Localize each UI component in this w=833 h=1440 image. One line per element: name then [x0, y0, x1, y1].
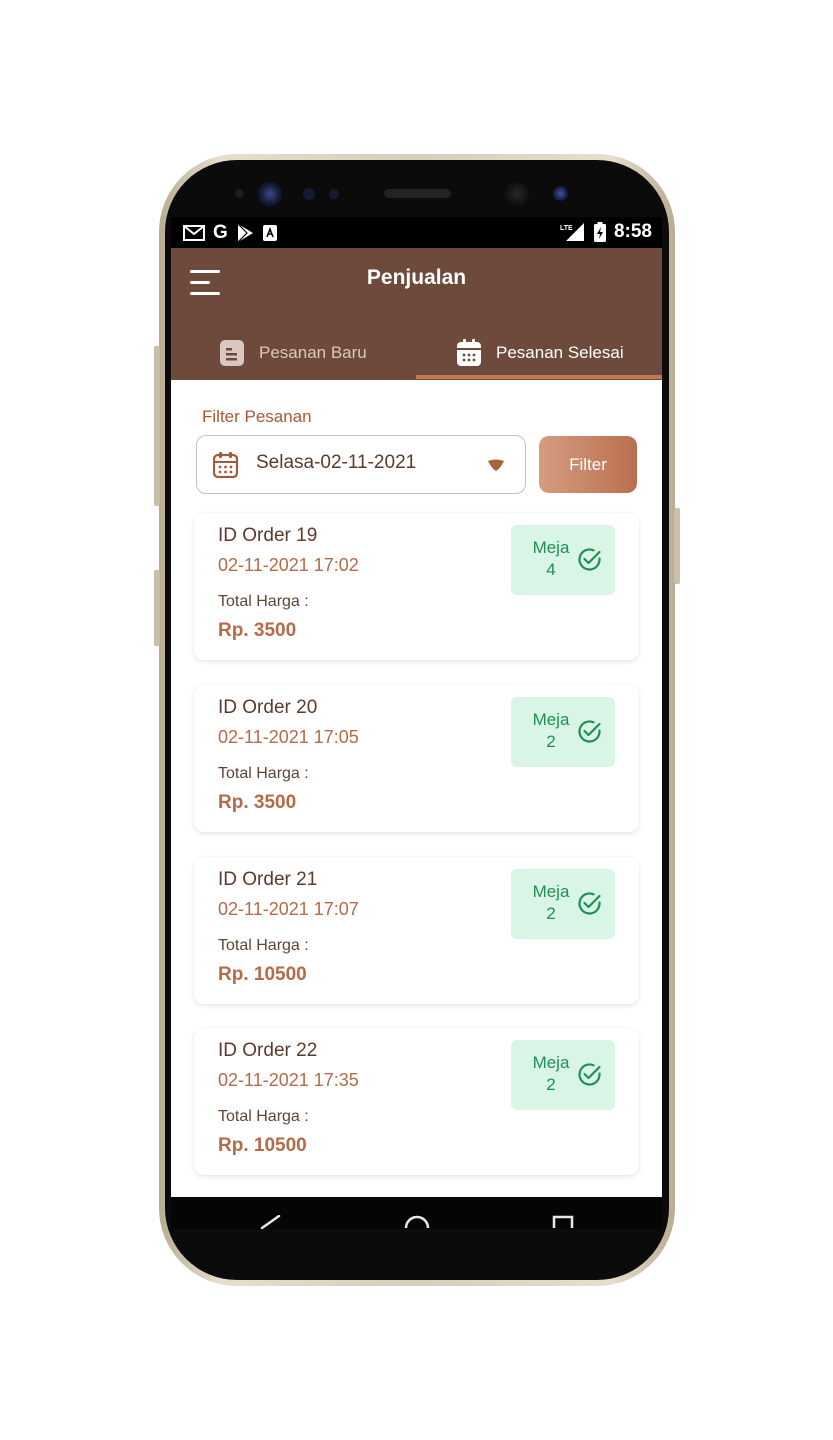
calendar-icon [213, 452, 238, 478]
bixby-button [154, 570, 160, 646]
check-circle-icon [578, 548, 601, 571]
order-card[interactable]: ID Order 22 02-11-2021 17:35 Total Harga… [194, 1028, 639, 1175]
table-label: Meja [532, 710, 570, 729]
order-total: Rp. 3500 [218, 792, 297, 813]
home-icon[interactable] [404, 1215, 430, 1229]
check-circle-icon [578, 892, 601, 915]
sensor-dot [235, 189, 244, 198]
recent-apps-icon[interactable] [552, 1215, 574, 1229]
total-label: Total Harga : [218, 937, 309, 954]
google-icon: G [213, 222, 228, 243]
table-value: 2 [546, 1075, 556, 1094]
table-number: Meja 2 [521, 709, 581, 753]
order-total: Rp. 10500 [218, 964, 307, 985]
table-value: 2 [546, 732, 556, 751]
table-number: Meja 2 [521, 881, 581, 925]
order-total: Rp. 10500 [218, 1135, 307, 1156]
system-nav-bar [171, 1197, 662, 1229]
tab-label: Pesanan Selesai [496, 343, 624, 362]
table-label: Meja [532, 538, 570, 557]
app-screen: G LTE 8:58 Penjualan Pesanan Baru Pesana… [171, 217, 662, 1197]
battery-charging-icon [593, 222, 606, 242]
back-icon[interactable] [259, 1215, 281, 1229]
calendar-icon [457, 339, 481, 366]
table-number: Meja 4 [521, 537, 581, 581]
order-datetime: 02-11-2021 17:05 [218, 727, 359, 747]
order-card[interactable]: ID Order 21 02-11-2021 17:07 Total Harga… [194, 857, 639, 1004]
document-icon [220, 340, 244, 366]
sensor-dot [329, 189, 339, 199]
table-badge: Meja 2 [511, 869, 615, 939]
status-time: 8:58 [613, 221, 652, 242]
order-card[interactable]: ID Order 19 02-11-2021 17:02 Total Harga… [194, 513, 639, 660]
iris-sensor-icon [258, 182, 282, 206]
active-tab-indicator [416, 375, 662, 379]
status-bar: G LTE 8:58 [171, 217, 662, 248]
filter-button[interactable]: Filter [539, 436, 637, 493]
gmail-icon [183, 225, 205, 241]
tab-pesanan-baru[interactable]: Pesanan Baru [219, 326, 367, 380]
check-circle-icon [578, 720, 601, 743]
table-label: Meja [532, 1053, 570, 1072]
order-datetime: 02-11-2021 17:02 [218, 555, 359, 575]
tab-pesanan-selesai[interactable]: Pesanan Selesai [456, 326, 624, 380]
total-label: Total Harga : [218, 1108, 309, 1125]
app-bar: Penjualan Pesanan Baru Pesanan Selesai [171, 248, 662, 380]
order-datetime: 02-11-2021 17:35 [218, 1070, 359, 1090]
order-id: ID Order 22 [218, 1040, 318, 1061]
network-label: LTE [560, 225, 573, 232]
volume-up-button [154, 346, 160, 506]
table-number: Meja 2 [521, 1052, 581, 1096]
total-label: Total Harga : [218, 765, 309, 782]
total-label: Total Harga : [218, 593, 309, 610]
order-datetime: 02-11-2021 17:07 [218, 899, 359, 919]
date-dropdown[interactable]: Selasa-02-11-2021 [196, 435, 526, 494]
lte-signal-icon: LTE [560, 223, 584, 241]
tab-label: Pesanan Baru [259, 343, 367, 362]
order-total: Rp. 3500 [218, 620, 297, 641]
earpiece-speaker [384, 189, 451, 198]
power-button [674, 508, 680, 584]
check-circle-icon [578, 1063, 601, 1086]
order-id: ID Order 21 [218, 869, 318, 890]
sensor-dot [303, 188, 315, 200]
selected-date: Selasa-02-11-2021 [256, 452, 417, 473]
chevron-down-icon [488, 459, 504, 471]
order-id: ID Order 20 [218, 697, 318, 718]
table-value: 2 [546, 904, 556, 923]
front-camera-icon [505, 182, 529, 206]
table-badge: Meja 2 [511, 697, 615, 767]
order-id: ID Order 19 [218, 525, 318, 546]
table-label: Meja [532, 882, 570, 901]
order-card[interactable]: ID Order 20 02-11-2021 17:05 Total Harga… [194, 685, 639, 832]
page-title: Penjualan [366, 266, 467, 289]
app-notification-icon [262, 225, 277, 241]
sensor-dot [553, 186, 568, 201]
table-badge: Meja 2 [511, 1040, 615, 1110]
filter-label: Filter Pesanan [202, 407, 312, 426]
table-badge: Meja 4 [511, 525, 615, 595]
table-value: 4 [546, 560, 556, 579]
play-store-icon [237, 223, 253, 243]
